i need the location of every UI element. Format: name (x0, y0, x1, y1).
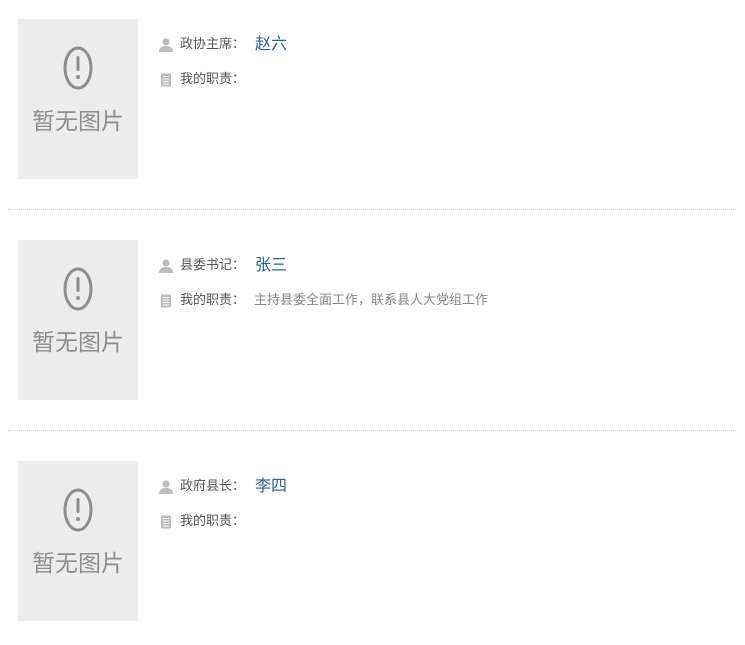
document-icon (161, 73, 171, 87)
user-icon (159, 480, 173, 494)
leader-title-label: 政协主席： (180, 37, 246, 52)
leader-photo-placeholder: 暂无图片 (18, 240, 138, 400)
photo-placeholder-text: 暂无图片 (32, 330, 124, 356)
user-icon (159, 38, 173, 52)
duty-label: 我的职责： (180, 72, 246, 87)
document-icon (161, 515, 171, 529)
exclamation-circle-icon (63, 267, 93, 311)
leader-card: 暂无图片 政协主席： 赵六 我的职责： (0, 19, 745, 189)
exclamation-circle-icon (63, 46, 93, 90)
leader-name-link[interactable]: 李四 (255, 475, 287, 497)
photo-placeholder-text: 暂无图片 (32, 109, 124, 135)
leader-name-link[interactable]: 张三 (255, 254, 287, 276)
leader-card: 暂无图片 政府县长： 李四 我的职责： (0, 461, 745, 631)
exclamation-circle-icon (63, 488, 93, 532)
leader-name-link[interactable]: 赵六 (255, 33, 287, 55)
leader-photo-placeholder: 暂无图片 (18, 461, 138, 621)
photo-placeholder-text: 暂无图片 (32, 551, 124, 577)
document-icon (161, 294, 171, 308)
leader-title-label: 政府县长： (180, 479, 246, 494)
user-icon (159, 259, 173, 273)
divider (8, 430, 736, 431)
duty-text: 主持县委全面工作，联系县人大党组工作 (254, 293, 489, 308)
leader-card: 暂无图片 县委书记： 张三 我的职责： 主持县委全面工作，联系县人大党组工作 (0, 240, 745, 410)
divider (8, 209, 736, 210)
duty-label: 我的职责： (180, 293, 246, 308)
leader-photo-placeholder: 暂无图片 (18, 19, 138, 179)
duty-label: 我的职责： (180, 514, 246, 529)
leader-title-label: 县委书记： (180, 258, 246, 273)
